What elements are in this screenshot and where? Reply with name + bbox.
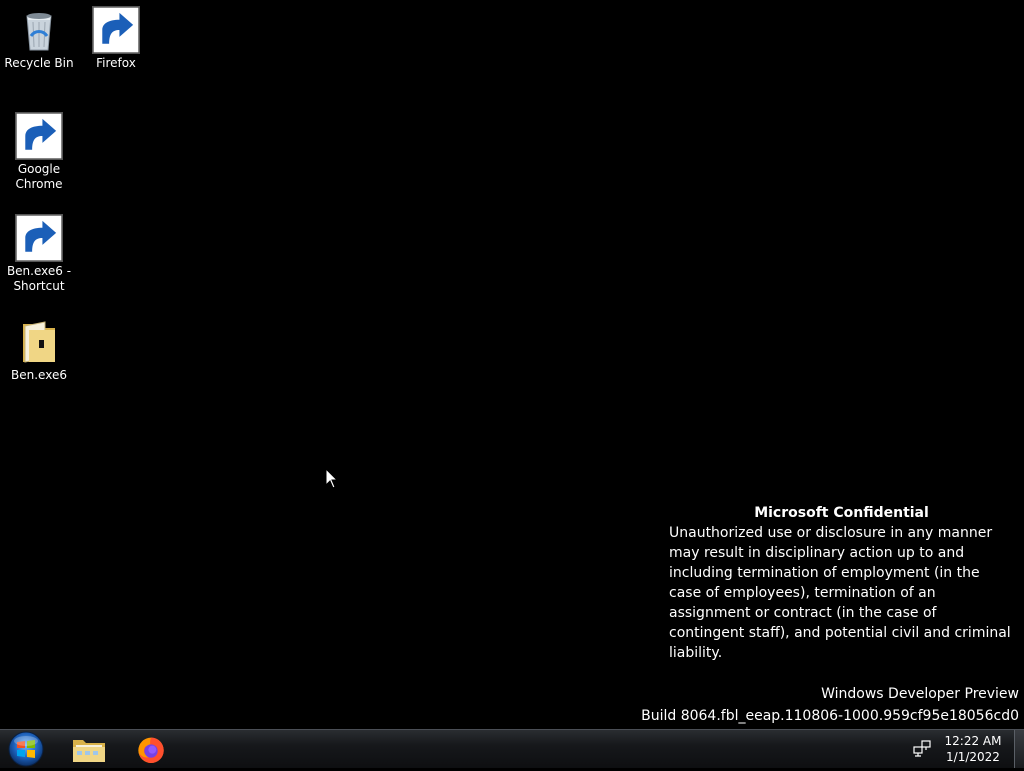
- confidential-watermark: Microsoft Confidential Unauthorized use …: [669, 503, 1014, 663]
- clock-time: 12:22 AM: [944, 734, 1002, 748]
- recycle-bin-icon: [15, 6, 63, 54]
- desktop-icon-label: Ben.exe6: [11, 368, 67, 382]
- shortcut-arrow-icon: [15, 112, 63, 160]
- clock-date: 1/1/2022: [946, 750, 1000, 764]
- build-text: Build 8064.fbl_eeap.110806-1000.959cf95e…: [641, 708, 1019, 724]
- taskbar-clock[interactable]: 12:22 AM 1/1/2022: [940, 733, 1006, 765]
- desktop-icon-label: Ben.exe6 - Shortcut: [6, 264, 72, 293]
- chrome-icon: [15, 112, 63, 160]
- start-button[interactable]: [6, 731, 46, 767]
- taskbar: 12:22 AM 1/1/2022: [0, 729, 1024, 768]
- desktop-icon-ben-exe6-shortcut[interactable]: Ben.exe6 - Shortcut: [1, 214, 77, 294]
- explorer-icon: [73, 740, 105, 762]
- network-icon[interactable]: [913, 740, 931, 758]
- watermark-body: Unauthorized use or disclosure in any ma…: [669, 525, 1011, 661]
- show-desktop-button[interactable]: [1014, 730, 1024, 768]
- firefox-icon: [92, 6, 140, 54]
- desktop-icon-recycle-bin[interactable]: Recycle Bin: [1, 6, 77, 71]
- mouse-cursor-icon: [325, 468, 339, 489]
- desktop-icon-label: Recycle Bin: [4, 56, 74, 70]
- edition-text: Windows Developer Preview: [821, 686, 1019, 702]
- desktop-icon-firefox[interactable]: Firefox: [78, 6, 154, 71]
- watermark-title: Microsoft Confidential: [754, 505, 929, 521]
- folder-icon: [15, 318, 63, 366]
- taskbar-explorer-button[interactable]: [63, 731, 115, 767]
- shortcut-arrow-icon: [15, 214, 63, 262]
- shortcut-arrow-icon: [92, 6, 140, 54]
- folder-shortcut-icon: [15, 214, 63, 262]
- desktop-icon-ben-exe6[interactable]: Ben.exe6: [1, 318, 77, 383]
- firefox-icon: [138, 737, 164, 763]
- desktop[interactable]: Recycle Bin Firefox Google Chrome Ben.ex…: [0, 0, 1024, 729]
- taskbar-firefox-button[interactable]: [125, 731, 177, 767]
- desktop-icon-label: Google Chrome: [15, 162, 63, 191]
- windows-orb-icon: [8, 731, 44, 767]
- desktop-icon-google-chrome[interactable]: Google Chrome: [1, 112, 77, 192]
- desktop-icon-label: Firefox: [96, 56, 136, 70]
- build-info: Windows Developer Preview Build 8064.fbl…: [641, 683, 1019, 727]
